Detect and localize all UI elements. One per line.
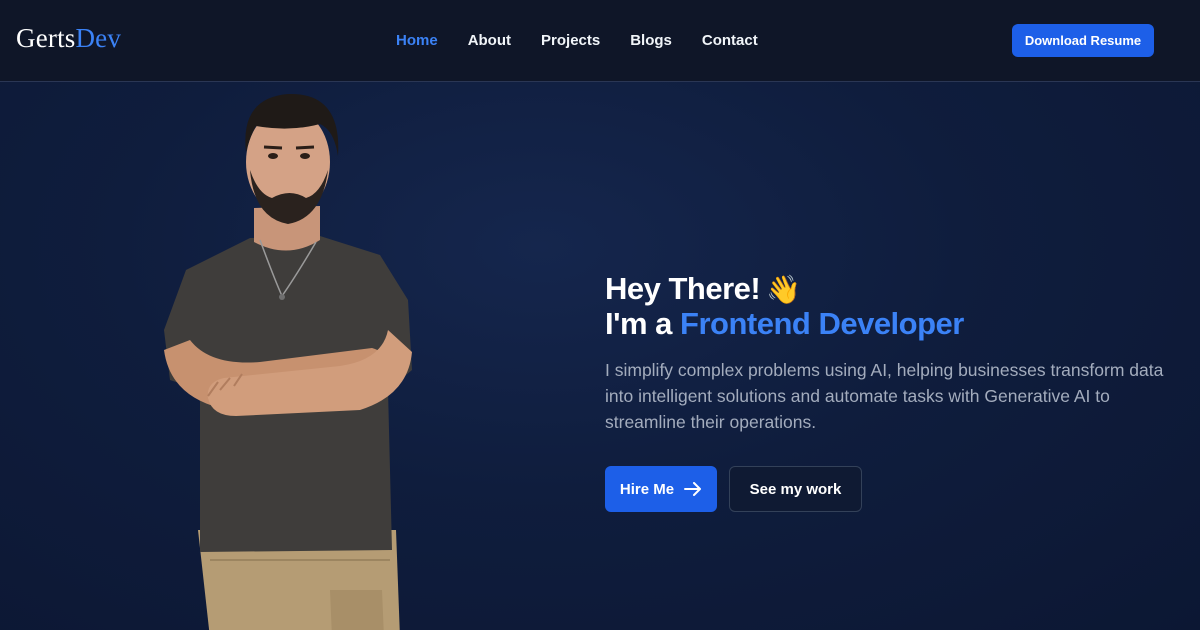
logo-primary-text: Gerts [16,23,76,53]
arrow-right-icon [684,482,702,496]
portrait-image [164,93,412,630]
see-my-work-button[interactable]: See my work [729,466,862,512]
waving-hand-icon: 👋 [766,274,801,305]
intro-prefix: I'm a [605,306,672,341]
logo-accent-text: Dev [75,23,122,53]
main-nav: Home About Projects Blogs Contact [381,29,773,53]
hire-me-button[interactable]: Hire Me [605,466,717,512]
cta-buttons: Hire Me See my work [605,466,1190,512]
hire-me-label: Hire Me [619,480,675,498]
nav-link-contact[interactable]: Contact [687,29,773,53]
hero-text-block: Hey There! 👋 I'm a Frontend Developer I s… [605,272,1190,512]
nav-link-home[interactable]: Home [381,29,453,53]
nav-link-blogs[interactable]: Blogs [615,29,687,53]
top-navbar: GertsDev Home About Projects Blogs Conta… [0,0,1200,82]
hero-headline: Hey There! 👋 I'm a Frontend Developer [605,272,1190,341]
hero-description: I simplify complex problems using AI, he… [605,360,1164,432]
role-title: Frontend Developer [680,306,964,341]
greeting-text: Hey There! [605,271,761,306]
nav-link-projects[interactable]: Projects [526,29,615,53]
see-my-work-label: See my work [749,480,842,498]
nav-link-about[interactable]: About [453,29,526,53]
download-resume-button[interactable]: Download Resume [1012,24,1154,57]
site-logo[interactable]: GertsDev [16,22,121,54]
hero-section: Hey There! 👋 I'm a Frontend Developer I s… [0,82,1200,630]
download-resume-label: Download Resume [1024,33,1142,48]
